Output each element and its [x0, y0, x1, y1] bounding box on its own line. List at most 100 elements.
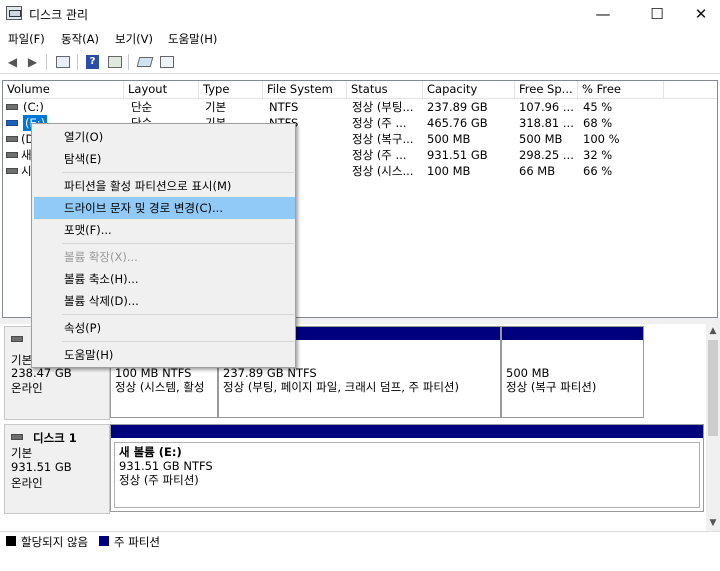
- cell-capacity: 237.89 GB: [427, 100, 488, 114]
- console-tree-icon[interactable]: [54, 54, 71, 70]
- column-volume[interactable]: Volume: [3, 81, 124, 99]
- partition-size: 100 MB NTFS: [115, 366, 192, 380]
- partition-bar: [502, 327, 643, 340]
- cell-capacity: 465.76 GB: [427, 116, 488, 130]
- menu-format[interactable]: 포맷(F)...: [34, 219, 295, 241]
- toolbar-separator: [46, 54, 47, 70]
- cell-capacity: 100 MB: [427, 164, 471, 178]
- cell-free-space: 318.81 ...: [519, 116, 574, 130]
- column-percent-free[interactable]: % Free: [578, 81, 664, 99]
- cell-free-space: 107.96 ...: [519, 100, 574, 114]
- column-free-space[interactable]: Free Sp...: [515, 81, 578, 99]
- partition-name: 새 볼륨 (E:): [119, 445, 182, 459]
- disk-1-label[interactable]: 디스크 1 기본 931.51 GB 온라인: [4, 424, 110, 514]
- menu-view[interactable]: 보기(V): [115, 31, 153, 47]
- properties-icon[interactable]: [106, 54, 123, 70]
- column-capacity[interactable]: Capacity: [423, 81, 515, 99]
- cell-percent-free: 32 %: [583, 148, 613, 162]
- cell-type: 기본: [205, 100, 227, 114]
- partition-e[interactable]: 새 볼륨 (E:) 931.51 GB NTFS 정상 (주 파티션): [110, 424, 704, 512]
- cell-status: 정상 (부팅...: [352, 100, 414, 114]
- cell-status: 정상 (주 ...: [352, 116, 407, 130]
- cell-capacity: 931.51 GB: [427, 148, 488, 162]
- menu-separator: [62, 341, 294, 342]
- partition-status: 정상 (복구 파티션): [506, 380, 597, 394]
- title-bar: 디스크 관리 — ☐ ✕: [0, 0, 720, 28]
- partition-status: 정상 (시스템, 활성: [115, 380, 205, 394]
- help-icon[interactable]: ?: [84, 54, 101, 70]
- menu-extend-volume: 볼륨 확장(X)...: [64, 250, 138, 264]
- disk-icon: [11, 336, 23, 342]
- drive-icon: [6, 152, 18, 158]
- column-file-system[interactable]: File System: [263, 81, 347, 99]
- drive-icon: [6, 120, 18, 126]
- unallocated-swatch: [6, 536, 16, 546]
- menu-shrink-volume[interactable]: 볼륨 축소(H)...: [34, 268, 295, 290]
- column-empty: [664, 81, 717, 99]
- cell-percent-free: 66 %: [583, 164, 613, 178]
- minimize-button[interactable]: —: [580, 0, 626, 28]
- drive-icon: [6, 104, 18, 110]
- menu-separator: [62, 314, 294, 315]
- maximize-button[interactable]: ☐: [634, 0, 680, 28]
- toolbar-separator: [128, 54, 129, 70]
- window-title: 디스크 관리: [29, 8, 89, 22]
- forward-icon[interactable]: ▶: [24, 54, 41, 70]
- legend-unallocated: 할당되지 않음: [21, 535, 89, 549]
- cell-free-space: 500 MB: [519, 132, 563, 146]
- back-icon[interactable]: ◀: [4, 54, 21, 70]
- refresh-icon[interactable]: [158, 54, 175, 70]
- partition-size: 237.89 GB NTFS: [223, 366, 317, 380]
- partition-recovery[interactable]: 500 MB 정상 (복구 파티션): [501, 326, 644, 418]
- toolbar-separator: [77, 54, 78, 70]
- menu-help[interactable]: 도움말(H): [168, 31, 217, 47]
- column-type[interactable]: Type: [199, 81, 263, 99]
- menu-properties[interactable]: 속성(P): [34, 317, 295, 339]
- cell-layout: 단순: [131, 100, 153, 114]
- cell-file-system: NTFS: [269, 100, 299, 114]
- cell-status: 정상 (복구...: [352, 132, 414, 146]
- table-row[interactable]: (C:) 단순 기본 NTFS 정상 (부팅... 237.89 GB 107.…: [3, 99, 717, 115]
- primary-swatch: [99, 536, 109, 546]
- column-status[interactable]: Status: [347, 81, 423, 99]
- disk-1-state: 온라인: [11, 476, 43, 490]
- vertical-scrollbar[interactable]: ▲ ▼: [706, 324, 720, 531]
- menu-action[interactable]: 동작(A): [61, 31, 99, 47]
- disk-icon: [11, 434, 23, 440]
- menu-open[interactable]: 열기(O): [34, 126, 295, 148]
- menu-explore[interactable]: 탐색(E): [34, 148, 295, 170]
- close-button[interactable]: ✕: [678, 0, 720, 28]
- menu-file[interactable]: 파일(F): [8, 31, 45, 47]
- disk-1-name: 디스크 1: [33, 431, 77, 445]
- status-bar: [0, 551, 720, 571]
- context-menu: 열기(O) 탐색(E) 파티션을 활성 파티션으로 표시(M) 드라이브 문자 …: [31, 123, 296, 368]
- connect-icon[interactable]: [136, 54, 153, 70]
- menu-bar: 파일(F) 동작(A) 보기(V) 도움말(H): [0, 28, 720, 50]
- partition-status: 정상 (주 파티션): [119, 473, 199, 487]
- cell-status: 정상 (시스...: [352, 164, 414, 178]
- partition-size: 931.51 GB NTFS: [119, 459, 213, 473]
- cell-volume: 시: [21, 164, 32, 178]
- menu-separator: [62, 172, 294, 173]
- partition-size: 500 MB: [506, 366, 550, 380]
- legend: 할당되지 않음 주 파티션: [0, 531, 720, 551]
- disk-1-size: 931.51 GB: [11, 460, 72, 474]
- partition-bar: [111, 425, 703, 438]
- menu-mark-active[interactable]: 파티션을 활성 파티션으로 표시(M): [34, 175, 295, 197]
- scroll-down-icon[interactable]: ▼: [706, 516, 720, 530]
- cell-volume: 새: [21, 148, 32, 162]
- toolbar: ◀ ▶ ?: [0, 50, 720, 74]
- cell-capacity: 500 MB: [427, 132, 471, 146]
- column-layout[interactable]: Layout: [124, 81, 199, 99]
- disk-0-size: 238.47 GB: [11, 366, 72, 380]
- menu-delete-volume[interactable]: 볼륨 삭제(D)...: [34, 290, 295, 312]
- cell-status: 정상 (주 ...: [352, 148, 407, 162]
- disk-0-state: 온라인: [11, 381, 43, 395]
- menu-help-item[interactable]: 도움말(H): [34, 344, 295, 366]
- cell-volume: (C:): [23, 100, 44, 114]
- disk-1-type: 기본: [11, 446, 33, 460]
- scroll-thumb[interactable]: [708, 340, 718, 436]
- partition-inner: 새 볼륨 (E:) 931.51 GB NTFS 정상 (주 파티션): [114, 442, 700, 508]
- scroll-up-icon[interactable]: ▲: [706, 324, 720, 338]
- menu-change-drive-letter[interactable]: 드라이브 문자 및 경로 변경(C)...: [34, 197, 295, 219]
